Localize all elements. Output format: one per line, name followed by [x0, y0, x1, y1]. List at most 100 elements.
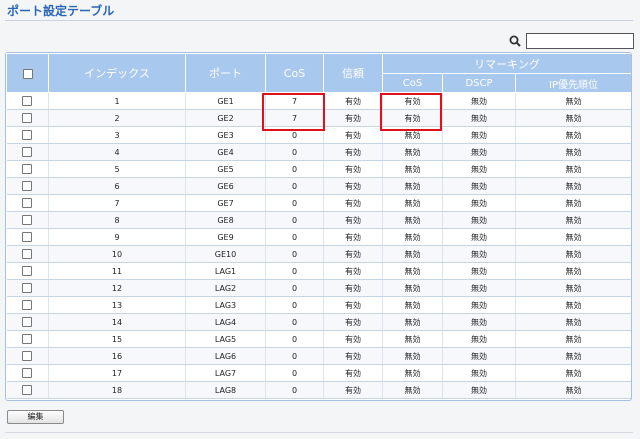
row-select-cell [6, 211, 49, 229]
row-checkbox[interactable] [22, 198, 33, 208]
header-index[interactable]: インデックス [48, 53, 186, 93]
cell-port: LAG7 [185, 364, 266, 382]
cell-remark-cos: 無効 [382, 177, 443, 195]
cell-port: LAG3 [185, 296, 266, 314]
table-row[interactable]: 10 GE10 0 有効 無効 無効 無効 [6, 245, 631, 263]
cell-index: 12 [48, 279, 186, 297]
page-title: ポート設定テーブル [7, 4, 115, 18]
row-checkbox[interactable] [22, 334, 33, 344]
cell-trust: 有効 [323, 262, 383, 280]
header-port[interactable]: ポート [185, 53, 266, 93]
row-checkbox[interactable] [22, 351, 33, 361]
cell-trust: 有効 [323, 160, 383, 178]
header-trust[interactable]: 信頼 [323, 53, 383, 93]
table-row[interactable]: 12 LAG2 0 有効 無効 無効 無効 [6, 279, 631, 297]
cell-trust: 有効 [323, 279, 383, 297]
table-row[interactable]: 2 GE2 7 有効 有効 無効 無効 [6, 109, 631, 127]
cell-remark-dscp: 無効 [442, 126, 516, 144]
cell-cos: 0 [265, 177, 324, 195]
row-checkbox[interactable] [22, 385, 33, 395]
cell-port: LAG4 [185, 313, 266, 331]
cell-trust: 有効 [323, 126, 383, 144]
row-select-cell [6, 262, 49, 280]
table-row[interactable]: 6 GE6 0 有効 無効 無効 無効 [6, 177, 631, 195]
row-checkbox[interactable] [22, 147, 33, 157]
row-checkbox[interactable] [22, 96, 33, 106]
select-all-checkbox[interactable] [22, 68, 33, 79]
table-row[interactable]: 7 GE7 0 有効 無効 無効 無効 [6, 194, 631, 212]
table-row[interactable]: 4 GE4 0 有効 無効 無効 無効 [6, 143, 631, 161]
table-row[interactable]: 1 GE1 7 有効 有効 無効 無効 [6, 92, 631, 110]
cell-trust: 有効 [323, 364, 383, 382]
cell-trust: 有効 [323, 194, 383, 212]
cell-remark-ip-precedence: 無効 [515, 228, 631, 246]
cell-remark-ip-precedence: 無効 [515, 296, 631, 314]
cell-trust: 有効 [323, 381, 383, 399]
table-row[interactable]: 18 LAG8 0 有効 無効 無効 無効 [6, 381, 631, 399]
row-checkbox[interactable] [22, 181, 33, 191]
cell-remark-ip-precedence: 無効 [515, 313, 631, 331]
cell-remark-ip-precedence: 無効 [515, 109, 631, 127]
cell-index: 3 [48, 126, 186, 144]
cell-trust: 有効 [323, 347, 383, 365]
row-checkbox[interactable] [22, 368, 33, 378]
cell-port: GE7 [185, 194, 266, 212]
cell-index: 18 [48, 381, 186, 399]
table-row[interactable]: 3 GE3 0 有効 無効 無効 無効 [6, 126, 631, 144]
cell-index: 16 [48, 347, 186, 365]
row-checkbox[interactable] [22, 113, 33, 123]
table-row[interactable]: 11 LAG1 0 有効 無効 無効 無効 [6, 262, 631, 280]
cell-port: GE9 [185, 228, 266, 246]
cell-trust: 有効 [323, 177, 383, 195]
cell-remark-ip-precedence: 無効 [515, 330, 631, 348]
cell-index: 10 [48, 245, 186, 263]
edit-button[interactable]: 編集 [7, 410, 64, 424]
cell-port: GE6 [185, 177, 266, 195]
cell-trust: 有効 [323, 330, 383, 348]
cell-remark-cos: 無効 [382, 381, 443, 399]
cell-port: LAG8 [185, 381, 266, 399]
cell-remark-cos: 無効 [382, 364, 443, 382]
row-checkbox[interactable] [22, 215, 33, 225]
cell-remark-dscp: 無効 [442, 262, 516, 280]
row-checkbox[interactable] [22, 232, 33, 242]
row-select-cell [6, 313, 49, 331]
table-row[interactable]: 13 LAG3 0 有効 無効 無効 無効 [6, 296, 631, 314]
cell-remark-cos: 無効 [382, 194, 443, 212]
row-checkbox[interactable] [22, 249, 33, 259]
bottom-divider [5, 432, 633, 433]
header-remark-cos[interactable]: CoS [382, 73, 443, 93]
header-remark-ip-precedence[interactable]: IP優先順位 [514, 73, 631, 93]
cell-remark-cos: 無効 [382, 347, 443, 365]
cell-cos: 0 [265, 279, 324, 297]
cell-remark-ip-precedence: 無効 [515, 126, 631, 144]
row-checkbox[interactable] [22, 164, 33, 174]
table-row[interactable]: 16 LAG6 0 有効 無効 無効 無効 [6, 347, 631, 365]
table-row[interactable]: 9 GE9 0 有効 無効 無効 無効 [6, 228, 631, 246]
header-cos[interactable]: CoS [265, 53, 324, 93]
table-row[interactable]: 5 GE5 0 有効 無効 無効 無効 [6, 160, 631, 178]
row-checkbox[interactable] [22, 283, 33, 293]
cell-remark-dscp: 無効 [442, 177, 516, 195]
table-row[interactable]: 15 LAG5 0 有効 無効 無効 無効 [6, 330, 631, 348]
row-checkbox[interactable] [22, 300, 33, 310]
table-row[interactable]: 8 GE8 0 有効 無効 無効 無効 [6, 211, 631, 229]
header-remark-dscp[interactable]: DSCP [442, 73, 516, 93]
cell-remark-cos: 無効 [382, 211, 443, 229]
table-row[interactable]: 14 LAG4 0 有効 無効 無効 無効 [6, 313, 631, 331]
row-checkbox[interactable] [22, 130, 33, 140]
cell-remark-dscp: 無効 [442, 364, 516, 382]
cell-remark-cos: 無効 [382, 245, 443, 263]
search-input[interactable] [526, 33, 634, 49]
row-checkbox[interactable] [22, 317, 33, 327]
cell-cos: 0 [265, 143, 324, 161]
row-select-cell [6, 228, 49, 246]
row-checkbox[interactable] [22, 266, 33, 276]
table-row[interactable]: 17 LAG7 0 有効 無効 無効 無効 [6, 364, 631, 382]
row-select-cell [6, 279, 49, 297]
cell-trust: 有効 [323, 109, 383, 127]
search-icon[interactable] [509, 35, 521, 47]
cell-index: 11 [48, 262, 186, 280]
port-settings-table: インデックス ポート CoS 信頼 リマーキング CoS DSCP IP優先順位… [5, 52, 632, 401]
cell-trust: 有効 [323, 92, 383, 110]
